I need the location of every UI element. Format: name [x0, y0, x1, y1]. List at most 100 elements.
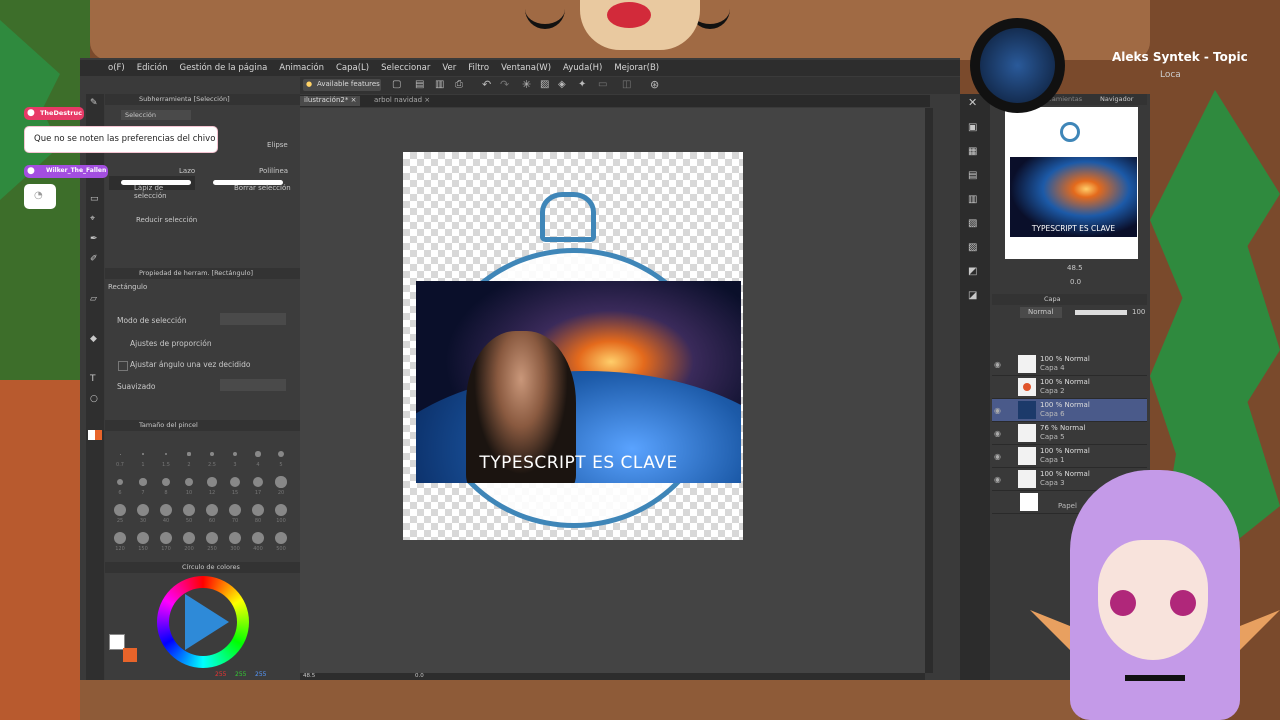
brush-size-cell[interactable]: 250: [201, 528, 223, 554]
print-icon[interactable]: ⎙: [455, 79, 463, 90]
brush-size-cell[interactable]: 1.5: [155, 444, 177, 470]
brush-size-cell[interactable]: 4: [247, 444, 269, 470]
navigator-preview[interactable]: TYPESCRIPT ES CLAVE: [1005, 107, 1138, 259]
brush-size-cell[interactable]: 1: [132, 444, 154, 470]
sub-color-box[interactable]: [123, 648, 137, 662]
brush-size-cell[interactable]: 3: [224, 444, 246, 470]
brush-size-cell[interactable]: 400: [247, 528, 269, 554]
eye-icon[interactable]: ◉: [994, 452, 1001, 461]
balloon-tool-icon[interactable]: ○: [90, 394, 98, 404]
text-tool-icon[interactable]: T: [90, 374, 96, 384]
brush-size-cell[interactable]: 70: [224, 500, 246, 526]
brush-size-cell[interactable]: 8: [155, 472, 177, 498]
redo-icon[interactable]: ↷: [500, 78, 509, 91]
save-icon[interactable]: ▥: [435, 79, 444, 90]
clear-icon[interactable]: ▨: [540, 79, 549, 90]
opacity-value[interactable]: 100: [1132, 308, 1145, 316]
item-bank-icon[interactable]: ◩: [968, 266, 977, 277]
smoothing-buttons[interactable]: [220, 379, 286, 391]
brush-size-cell[interactable]: 0.7: [109, 444, 131, 470]
brush-size-cell[interactable]: 60: [201, 500, 223, 526]
menu-view[interactable]: Ver: [442, 63, 456, 73]
brush-size-cell[interactable]: 2.5: [201, 444, 223, 470]
selection-mode-buttons[interactable]: [220, 313, 286, 325]
brush-size-cell[interactable]: 12: [201, 472, 223, 498]
layer-row[interactable]: 100 % Normal Capa 2: [992, 376, 1147, 399]
brush-size-cell[interactable]: 40: [155, 500, 177, 526]
brush-size-cell[interactable]: 100: [270, 500, 292, 526]
opacity-slider[interactable]: [1075, 310, 1127, 315]
menu-improve[interactable]: Mejorar(B): [614, 63, 659, 73]
brush-size-cell[interactable]: 25: [109, 500, 131, 526]
brush-size-cell[interactable]: 80: [247, 500, 269, 526]
brush-size-cell[interactable]: 7: [132, 472, 154, 498]
brush-size-cell[interactable]: 50: [178, 500, 200, 526]
layer-row[interactable]: ◉ 76 % Normal Capa 5: [992, 422, 1147, 445]
menu-animation[interactable]: Animación: [279, 63, 324, 73]
snap-icon[interactable]: ◫: [622, 79, 631, 90]
fill-icon[interactable]: ◈: [558, 79, 566, 90]
canvas-scrollbar[interactable]: [925, 108, 933, 673]
menu-help[interactable]: Ayuda(H): [563, 63, 602, 73]
brush-size-cell[interactable]: 17: [247, 472, 269, 498]
navigator-angle[interactable]: 0.0: [1070, 278, 1081, 286]
subtool-ellipse[interactable]: Elipse: [267, 141, 288, 149]
selection-tool-icon[interactable]: ▭: [90, 194, 99, 204]
brush-size-cell[interactable]: 10: [178, 472, 200, 498]
eyedropper-icon[interactable]: ⌖: [90, 214, 95, 224]
open-file-icon[interactable]: ▤: [415, 79, 424, 90]
ruler-icon[interactable]: ⊛: [650, 78, 659, 91]
eye-icon[interactable]: ◉: [994, 429, 1001, 438]
tab-arbol-navidad[interactable]: arbol navidad ×: [370, 96, 434, 106]
menu-page[interactable]: Gestión de la página: [180, 63, 268, 73]
layer-property-icon[interactable]: ▥: [968, 194, 977, 205]
subtool-lasso[interactable]: Lazo: [179, 167, 195, 175]
menu-layer[interactable]: Capa(L): [336, 63, 369, 73]
menu-filter[interactable]: Filtro: [468, 63, 489, 73]
search-layer-icon[interactable]: ▧: [968, 218, 977, 229]
airbrush-icon[interactable]: ✐: [90, 254, 98, 264]
new-file-icon[interactable]: ▢: [392, 79, 401, 90]
animation-icon[interactable]: ▨: [968, 242, 977, 253]
brush-tool-icon[interactable]: ✒: [90, 234, 98, 244]
tab-navigator[interactable]: Navigador: [1100, 95, 1133, 103]
navigator-zoom[interactable]: 48.5: [1067, 264, 1083, 272]
eraser-icon[interactable]: ▱: [90, 294, 97, 304]
brush-size-cell[interactable]: 300: [224, 528, 246, 554]
brush-size-cell[interactable]: 2: [178, 444, 200, 470]
color-triangle[interactable]: [185, 594, 229, 650]
pen-tool-icon[interactable]: ✎: [90, 98, 98, 108]
subtool-selection-pen[interactable]: Lápiz de selección: [109, 176, 195, 200]
sub-view-icon[interactable]: ◪: [968, 290, 977, 301]
proportion-settings-label[interactable]: Ajustes de proporción: [130, 339, 212, 348]
tone-icon[interactable]: ▦: [968, 146, 977, 157]
transform-icon[interactable]: ✦: [578, 79, 586, 90]
eye-icon[interactable]: ◉: [994, 360, 1001, 369]
brush-size-cell[interactable]: 170: [155, 528, 177, 554]
subtool-erase-selection[interactable]: Borrar selección: [201, 176, 291, 192]
tab-ilustracion2[interactable]: ilustración2* ×: [300, 96, 361, 106]
main-color-swatch[interactable]: [88, 430, 95, 440]
menu-select[interactable]: Seleccionar: [381, 63, 430, 73]
eye-icon[interactable]: ◉: [994, 406, 1001, 415]
eye-icon[interactable]: ◉: [994, 475, 1001, 484]
subtool-shrink-selection[interactable]: Reducir selección: [136, 216, 197, 224]
layer-row-selected[interactable]: ◉ 100 % Normal Capa 6: [992, 399, 1147, 422]
subtool-group-tab[interactable]: Selección: [121, 110, 191, 120]
color-wheel[interactable]: [157, 576, 249, 668]
menu-window[interactable]: Ventana(W): [501, 63, 551, 73]
brush-size-cell[interactable]: 200: [178, 528, 200, 554]
brush-size-cell[interactable]: 500: [270, 528, 292, 554]
close-icon[interactable]: ✕: [968, 96, 977, 109]
brush-size-cell[interactable]: 150: [132, 528, 154, 554]
brush-size-cell[interactable]: 30: [132, 500, 154, 526]
sub-color-swatch[interactable]: [95, 430, 102, 440]
brush-size-cell[interactable]: 6: [109, 472, 131, 498]
loading-icon[interactable]: ✳: [522, 78, 531, 91]
brush-size-cell[interactable]: 120: [109, 528, 131, 554]
deselect-icon[interactable]: ▭: [598, 79, 607, 90]
adjust-angle-checkbox[interactable]: [118, 361, 128, 371]
layer-row[interactable]: ◉ 100 % Normal Capa 4: [992, 353, 1147, 376]
undo-icon[interactable]: ↶: [482, 78, 491, 91]
menu-edit[interactable]: Edición: [137, 63, 168, 73]
